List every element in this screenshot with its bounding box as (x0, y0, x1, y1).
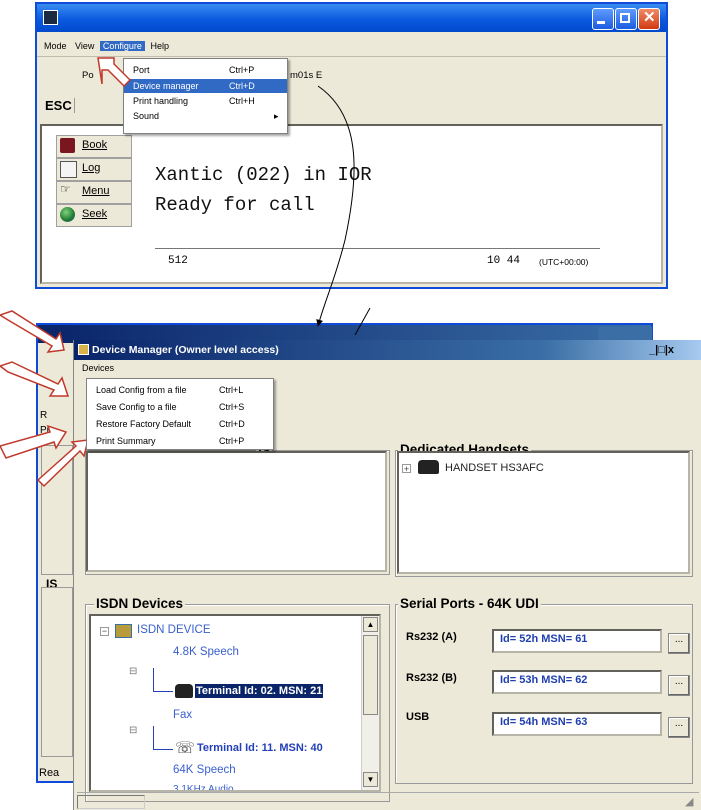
pointer-arrow-icon (0, 310, 65, 353)
menu-item-print-summary[interactable]: Print Summary Ctrl+P (87, 433, 273, 450)
pointer-arrow-icon (0, 361, 70, 397)
pointer-arrow-icon (0, 424, 68, 459)
pointer-arrow-icon (97, 57, 132, 88)
devices-menu: Load Config from a file Ctrl+L Save Confi… (86, 378, 274, 450)
menu-item-restore-factory-default[interactable]: Restore Factory Default Ctrl+D (87, 416, 273, 433)
flow-curve-arrow (316, 85, 355, 327)
menu-item-save-config[interactable]: Save Config to a file Ctrl+S (87, 399, 273, 416)
menu-item-load-config[interactable]: Load Config from a file Ctrl+L (87, 382, 273, 399)
pointer-line (354, 307, 371, 336)
pointer-arrow-icon (36, 439, 89, 488)
